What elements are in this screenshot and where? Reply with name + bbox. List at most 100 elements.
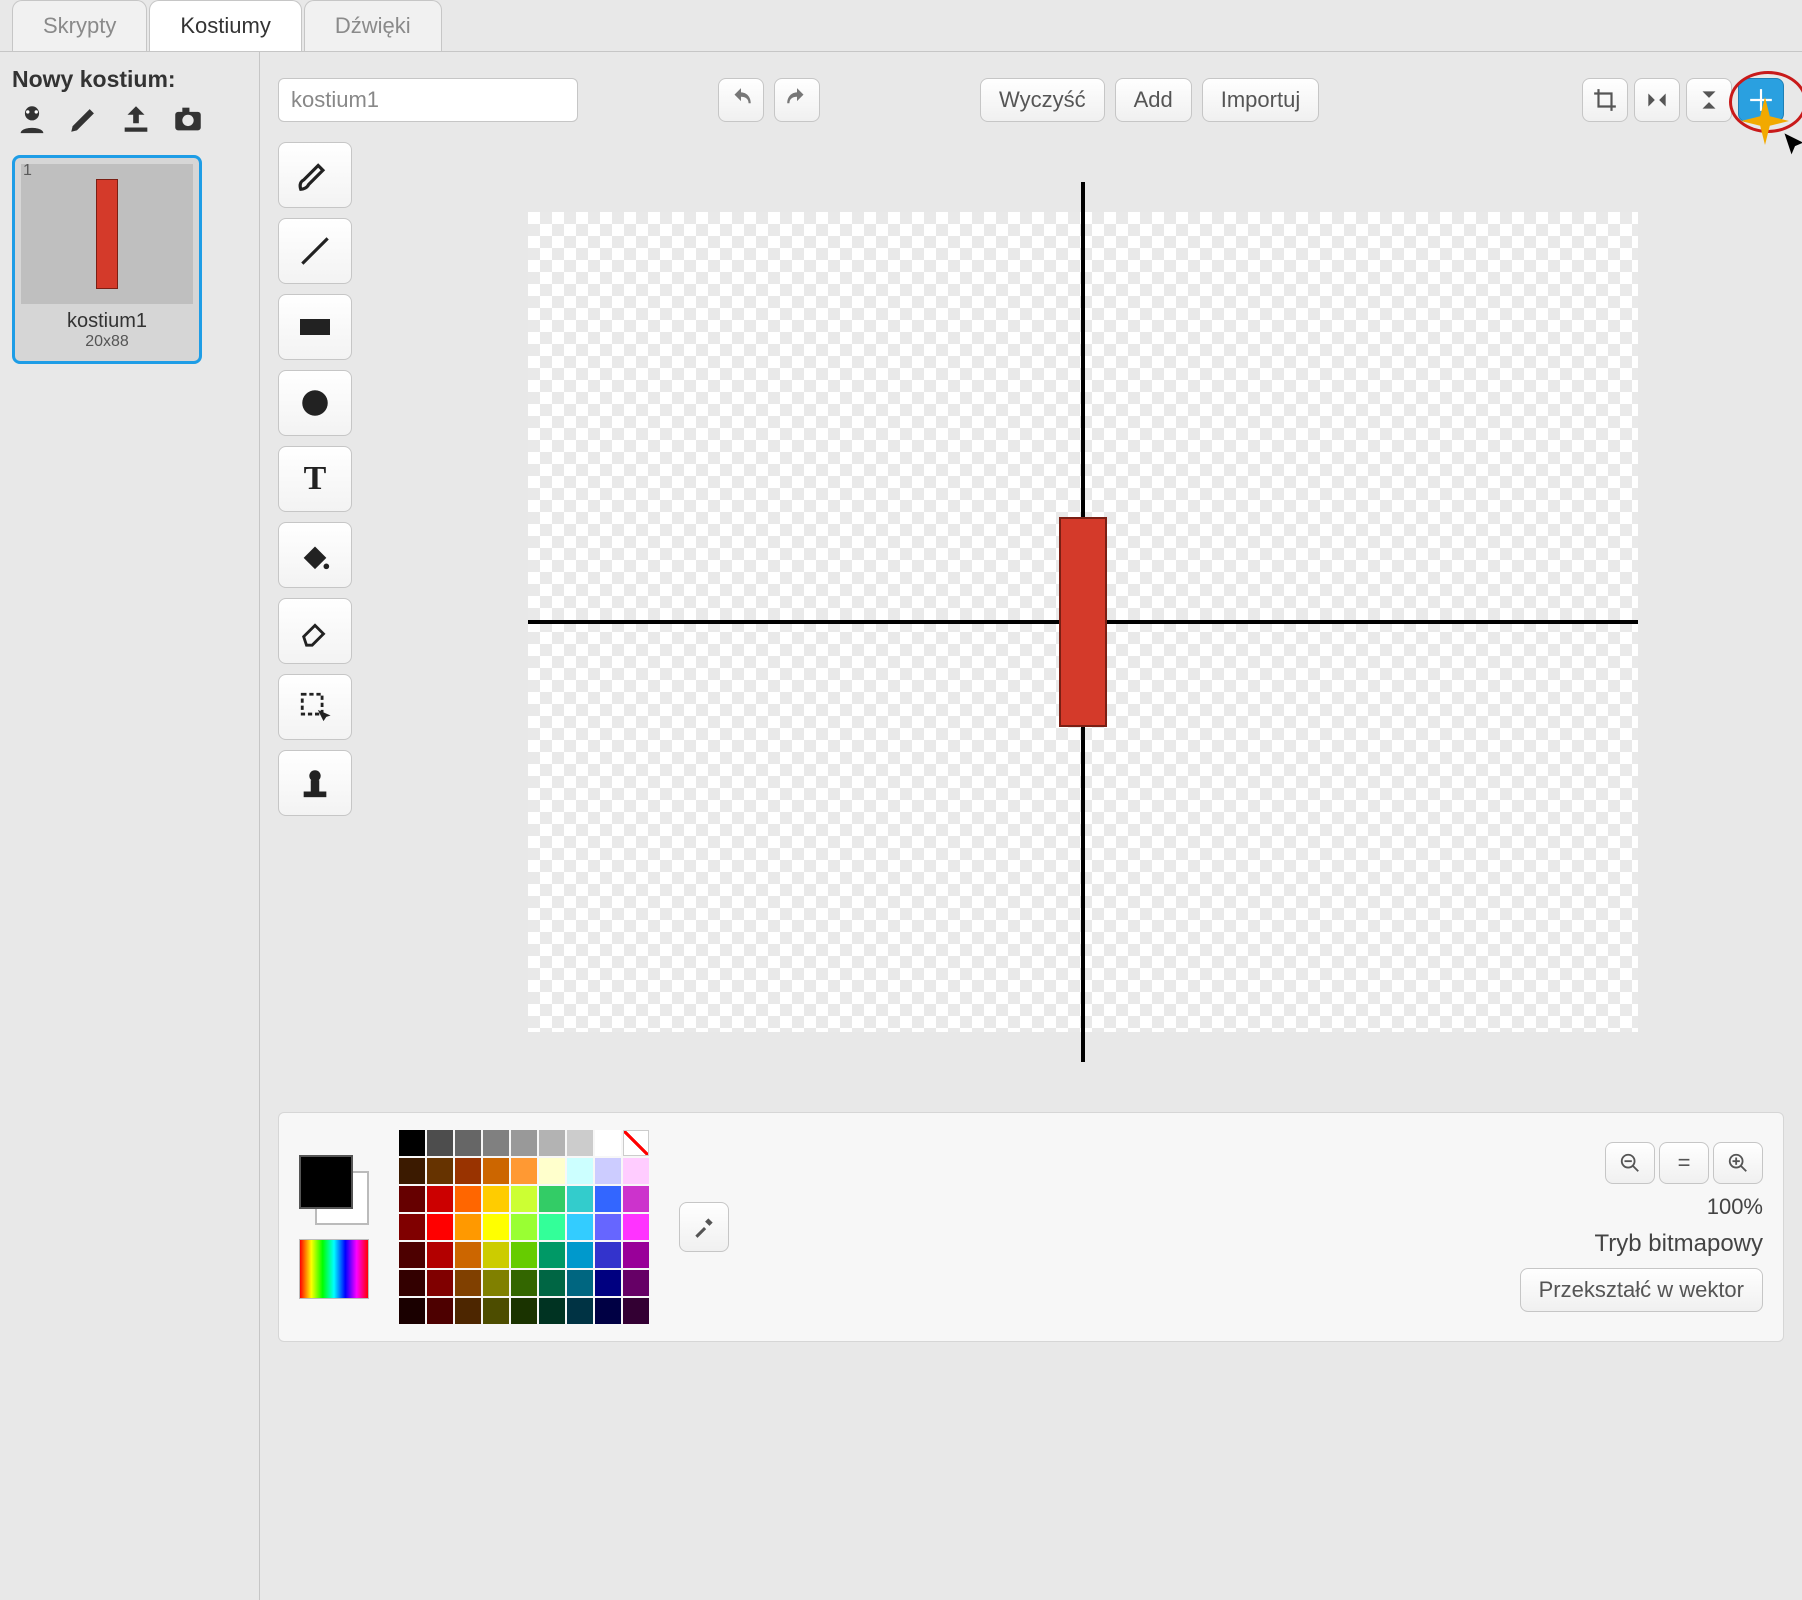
set-center-button[interactable]: [1738, 78, 1784, 122]
palette-color[interactable]: [595, 1186, 621, 1212]
palette-color[interactable]: [427, 1214, 453, 1240]
palette-color[interactable]: [539, 1298, 565, 1324]
palette-color[interactable]: [427, 1130, 453, 1156]
palette-color[interactable]: [399, 1270, 425, 1296]
camera-icon[interactable]: [168, 99, 208, 139]
fg-bg-swatch[interactable]: [299, 1155, 369, 1225]
palette-color[interactable]: [539, 1130, 565, 1156]
palette-color[interactable]: [483, 1158, 509, 1184]
palette-color[interactable]: [623, 1158, 649, 1184]
flip-vertical-button[interactable]: [1686, 78, 1732, 122]
palette-color[interactable]: [399, 1158, 425, 1184]
line-tool[interactable]: [278, 218, 352, 284]
palette-color[interactable]: [567, 1158, 593, 1184]
palette-color[interactable]: [427, 1242, 453, 1268]
import-button[interactable]: Importuj: [1202, 78, 1319, 122]
palette-color[interactable]: [483, 1242, 509, 1268]
palette-color[interactable]: [567, 1214, 593, 1240]
tab-scripts[interactable]: Skrypty: [12, 0, 147, 51]
convert-to-vector-button[interactable]: Przekształć w wektor: [1520, 1268, 1763, 1312]
palette-color[interactable]: [567, 1186, 593, 1212]
palette-color[interactable]: [539, 1186, 565, 1212]
palette-color[interactable]: [567, 1130, 593, 1156]
palette-color[interactable]: [511, 1242, 537, 1268]
tab-sounds[interactable]: Dźwięki: [304, 0, 442, 51]
fill-tool[interactable]: [278, 522, 352, 588]
palette-color[interactable]: [427, 1186, 453, 1212]
palette-color[interactable]: [455, 1242, 481, 1268]
palette-color[interactable]: [511, 1298, 537, 1324]
palette-color[interactable]: [539, 1158, 565, 1184]
palette-color[interactable]: [427, 1270, 453, 1296]
paint-icon[interactable]: [64, 99, 104, 139]
palette-color[interactable]: [399, 1242, 425, 1268]
undo-button[interactable]: [718, 78, 764, 122]
palette-color[interactable]: [483, 1130, 509, 1156]
palette-color[interactable]: [399, 1186, 425, 1212]
palette-color[interactable]: [623, 1270, 649, 1296]
palette-color[interactable]: [399, 1130, 425, 1156]
palette-color[interactable]: [511, 1186, 537, 1212]
palette-color[interactable]: [623, 1298, 649, 1324]
eraser-tool[interactable]: [278, 598, 352, 664]
palette-color[interactable]: [595, 1214, 621, 1240]
zoom-out-button[interactable]: [1605, 1142, 1655, 1184]
color-gradient-picker[interactable]: [299, 1239, 369, 1299]
color-palette[interactable]: [399, 1130, 649, 1324]
palette-color[interactable]: [511, 1158, 537, 1184]
select-tool[interactable]: [278, 674, 352, 740]
palette-color[interactable]: [567, 1270, 593, 1296]
palette-color[interactable]: [623, 1214, 649, 1240]
palette-color[interactable]: [455, 1186, 481, 1212]
flip-horizontal-button[interactable]: [1634, 78, 1680, 122]
palette-color[interactable]: [623, 1186, 649, 1212]
palette-color[interactable]: [623, 1242, 649, 1268]
palette-color[interactable]: [455, 1130, 481, 1156]
palette-color[interactable]: [539, 1242, 565, 1268]
palette-color[interactable]: [511, 1270, 537, 1296]
redo-button[interactable]: [774, 78, 820, 122]
ellipse-tool[interactable]: [278, 370, 352, 436]
palette-color[interactable]: [595, 1242, 621, 1268]
zoom-reset-button[interactable]: =: [1659, 1142, 1709, 1184]
library-icon[interactable]: [12, 99, 52, 139]
eyedropper-button[interactable]: [679, 1202, 729, 1252]
palette-color[interactable]: [427, 1158, 453, 1184]
palette-color[interactable]: [455, 1270, 481, 1296]
costume-thumbnail[interactable]: 1 kostium1 20x88: [12, 155, 202, 364]
palette-color[interactable]: [483, 1298, 509, 1324]
palette-color[interactable]: [595, 1158, 621, 1184]
palette-color[interactable]: [595, 1130, 621, 1156]
add-button[interactable]: Add: [1115, 78, 1192, 122]
palette-color[interactable]: [539, 1214, 565, 1240]
palette-color[interactable]: [455, 1298, 481, 1324]
palette-color[interactable]: [399, 1298, 425, 1324]
foreground-color-swatch[interactable]: [299, 1155, 353, 1209]
stamp-tool[interactable]: [278, 750, 352, 816]
drawing-canvas[interactable]: [528, 212, 1638, 1032]
palette-color[interactable]: [455, 1158, 481, 1184]
palette-color[interactable]: [567, 1298, 593, 1324]
palette-color[interactable]: [483, 1214, 509, 1240]
palette-color[interactable]: [595, 1298, 621, 1324]
palette-color[interactable]: [511, 1130, 537, 1156]
palette-color[interactable]: [399, 1214, 425, 1240]
text-tool[interactable]: T: [278, 446, 352, 512]
brush-tool[interactable]: [278, 142, 352, 208]
zoom-in-button[interactable]: [1713, 1142, 1763, 1184]
palette-color[interactable]: [567, 1242, 593, 1268]
clear-button[interactable]: Wyczyść: [980, 78, 1105, 122]
rectangle-tool[interactable]: [278, 294, 352, 360]
palette-color[interactable]: [623, 1130, 649, 1156]
palette-color[interactable]: [539, 1270, 565, 1296]
palette-color[interactable]: [427, 1298, 453, 1324]
palette-color[interactable]: [511, 1214, 537, 1240]
palette-color[interactable]: [483, 1270, 509, 1296]
costume-name-input[interactable]: [278, 78, 578, 122]
palette-color[interactable]: [595, 1270, 621, 1296]
palette-color[interactable]: [455, 1214, 481, 1240]
palette-color[interactable]: [483, 1186, 509, 1212]
crop-button[interactable]: [1582, 78, 1628, 122]
upload-icon[interactable]: [116, 99, 156, 139]
tab-costumes[interactable]: Kostiumy: [149, 0, 301, 51]
